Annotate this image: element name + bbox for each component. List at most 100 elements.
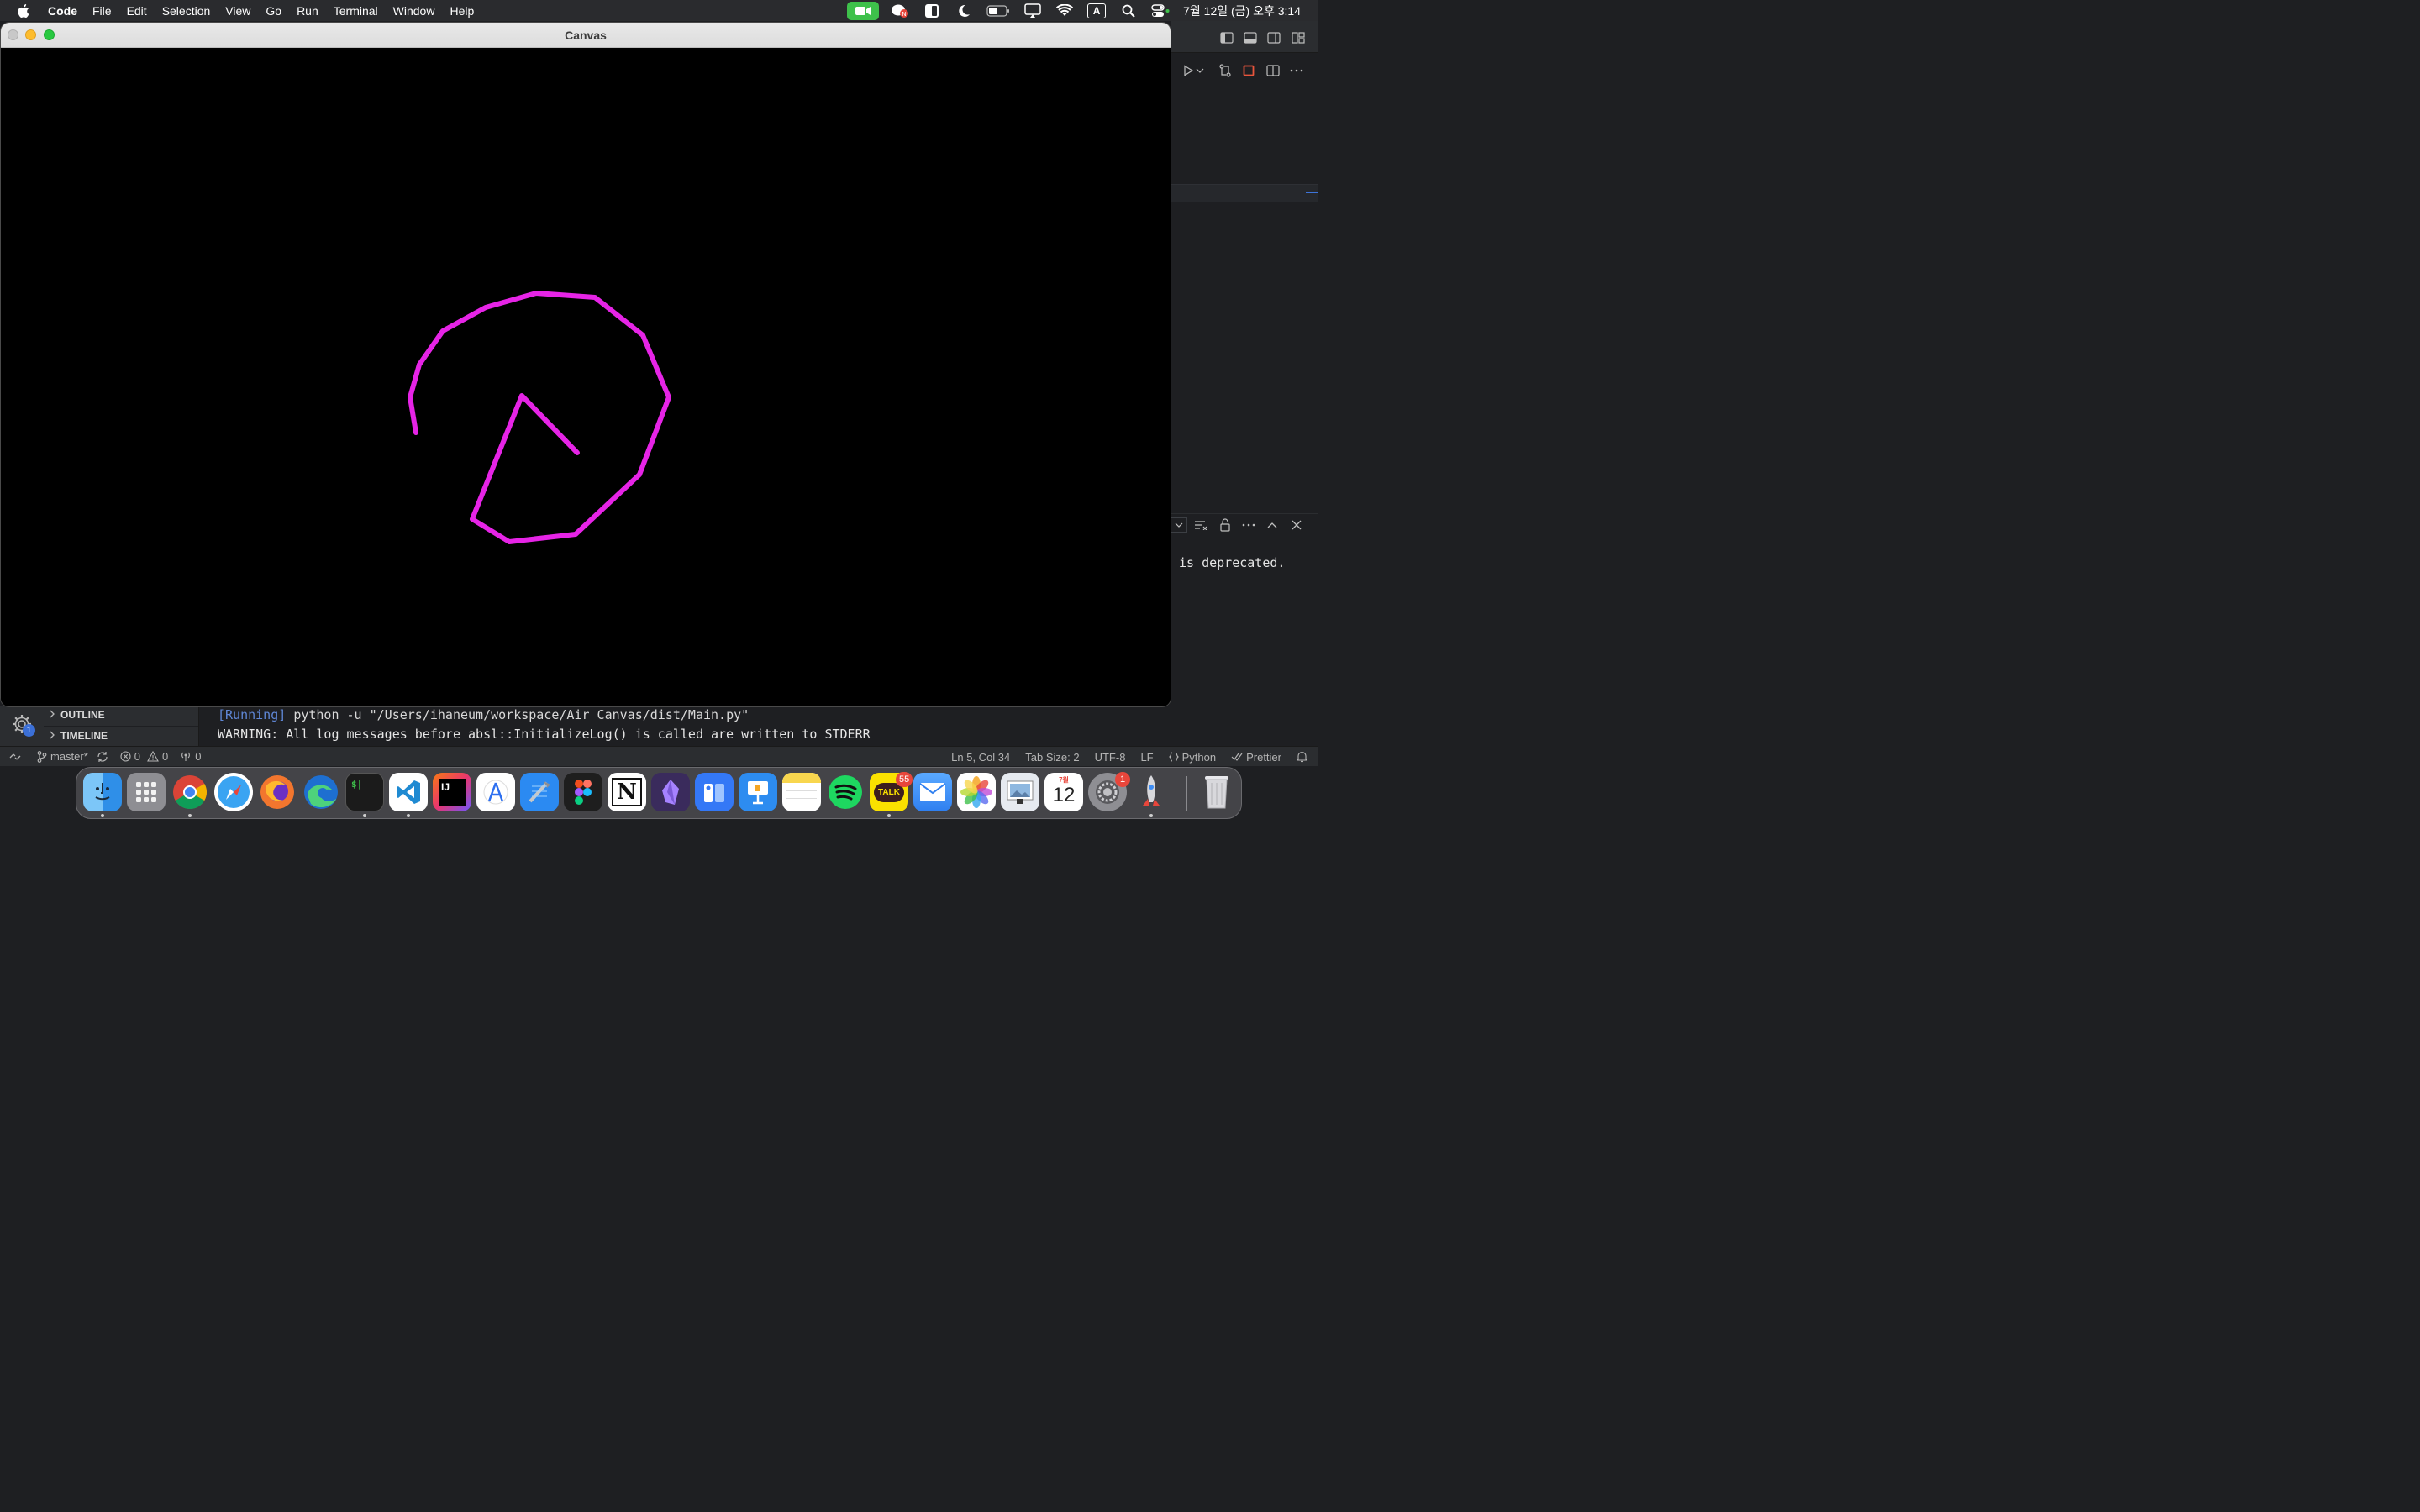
error-count: 0 [134, 750, 141, 763]
dock-finder-icon[interactable] [83, 773, 122, 811]
dock-launchpad-icon[interactable] [127, 773, 166, 811]
dock-rocket-icon[interactable] [1132, 773, 1171, 811]
dock-instruments-icon[interactable] [476, 773, 515, 811]
dock-clipboard-icon[interactable] [695, 773, 734, 811]
spotlight-search-icon[interactable] [1118, 3, 1139, 19]
ports-item[interactable]: 0 [180, 750, 202, 763]
menu-file[interactable]: File [85, 4, 119, 18]
menu-app-name[interactable]: Code [48, 4, 85, 18]
end-of-line[interactable]: LF [1140, 751, 1153, 764]
output-log[interactable]: [Running] python -u "/Users/ihaneum/work… [199, 706, 1318, 746]
facetime-indicator-icon[interactable] [847, 1, 880, 20]
menu-selection[interactable]: Selection [155, 4, 218, 18]
control-center-icon[interactable] [1150, 3, 1171, 19]
braces-icon [1168, 752, 1179, 762]
dock-vscode-icon[interactable] [389, 773, 428, 811]
stop-code-run-icon[interactable] [1241, 63, 1256, 78]
compare-changes-icon[interactable] [1218, 63, 1233, 78]
canvas-window-title: Canvas [565, 29, 607, 42]
dock-mail-icon[interactable] [913, 773, 952, 811]
cursor-position[interactable]: Ln 5, Col 34 [951, 751, 1010, 764]
git-branch-label: master* [50, 750, 88, 763]
apple-icon[interactable] [18, 3, 36, 18]
focus-moon-icon[interactable] [953, 3, 975, 19]
more-actions-icon[interactable] [1289, 63, 1304, 78]
problems-item[interactable]: 0 0 [120, 750, 168, 763]
svg-text:N: N [902, 11, 906, 18]
dock: $| IJ N TALK 55 7월 12 1 [76, 767, 1242, 819]
running-tag: [Running] [218, 707, 287, 722]
battery-icon[interactable] [985, 3, 1012, 19]
timeline-section-header[interactable]: TIMELINE [44, 726, 198, 744]
dock-running-indicator [188, 814, 192, 817]
remote-indicator-icon[interactable] [0, 747, 30, 767]
notifications-bell-icon[interactable] [1297, 751, 1307, 763]
dock-chrome-icon[interactable] [171, 773, 209, 811]
menu-run[interactable]: Run [289, 4, 326, 18]
dock-firefox-icon[interactable] [258, 773, 297, 811]
menu-bar: Code File Edit Selection View Go Run Ter… [0, 0, 1318, 21]
scrollbar-marker [1306, 192, 1318, 193]
toggle-panel-icon[interactable] [1243, 30, 1258, 45]
menu-go[interactable]: Go [258, 4, 289, 18]
vscode-titlebar [1171, 21, 1318, 53]
wifi-icon[interactable] [1054, 3, 1076, 19]
chat-notification-icon[interactable]: N [889, 3, 911, 19]
toggle-secondary-sidebar-icon[interactable] [1266, 30, 1281, 45]
manage-button[interactable]: 1 [0, 706, 44, 746]
language-label: Python [1181, 750, 1217, 764]
editor-area[interactable] [1171, 90, 1318, 517]
prettier-item[interactable]: Prettier [1231, 751, 1281, 764]
close-panel-icon[interactable] [1289, 517, 1304, 533]
menu-window[interactable]: Window [386, 4, 443, 18]
display-icon[interactable] [1022, 3, 1044, 19]
menubar-clock[interactable]: 7월 12일 (금) 오후 3:14 [1183, 3, 1301, 19]
run-code-icon[interactable] [1181, 63, 1196, 78]
input-source-icon[interactable]: A [1086, 3, 1107, 19]
output-channel-dropdown-icon[interactable] [1171, 517, 1187, 533]
dock-edge-icon[interactable] [302, 773, 340, 811]
menu-edit[interactable]: Edit [119, 4, 155, 18]
dock-notes-icon[interactable] [782, 773, 821, 811]
split-editor-icon[interactable] [1265, 63, 1281, 78]
drawing-canvas[interactable] [1, 49, 1171, 706]
sidebar-app-icon[interactable] [921, 3, 943, 19]
dock-running-indicator [887, 814, 891, 817]
lock-scroll-icon[interactable] [1218, 517, 1233, 533]
dock-keynote-icon[interactable] [739, 773, 777, 811]
panel-more-actions-icon[interactable] [1241, 517, 1256, 533]
dock-figma-icon[interactable] [564, 773, 602, 811]
dock-obsidian-icon[interactable] [651, 773, 690, 811]
dock-calendar-icon[interactable]: 7월 12 [1044, 773, 1083, 811]
dock-notion-icon[interactable]: N [608, 773, 646, 811]
language-mode[interactable]: Python [1168, 750, 1217, 764]
canvas-titlebar[interactable]: Canvas [1, 23, 1171, 48]
dock-trash-icon[interactable] [1197, 773, 1236, 811]
file-encoding[interactable]: UTF-8 [1095, 751, 1126, 764]
dock-spotify-icon[interactable] [826, 773, 865, 811]
dock-intellij-icon[interactable]: IJ [433, 773, 471, 811]
dock-preview-icon[interactable] [1001, 773, 1039, 811]
dock-photos-icon[interactable] [957, 773, 996, 811]
menu-view[interactable]: View [218, 4, 258, 18]
toggle-primary-sidebar-icon[interactable] [1219, 30, 1234, 45]
maximize-panel-chevron-up-icon[interactable] [1265, 517, 1280, 533]
explorer-sidebar-bottom: 1 OUTLINE TIMELINE [0, 706, 199, 746]
chevron-right-icon [44, 730, 60, 742]
dock-xcode-icon[interactable] [520, 773, 559, 811]
outline-section-header[interactable]: OUTLINE [44, 706, 198, 724]
dock-running-indicator [363, 814, 366, 817]
tab-size[interactable]: Tab Size: 2 [1025, 751, 1079, 764]
output-text: is deprecated. [1179, 555, 1286, 570]
drawn-stroke [408, 291, 671, 544]
customize-layout-icon[interactable] [1291, 30, 1306, 45]
menu-help[interactable]: Help [442, 4, 481, 18]
clear-output-icon[interactable] [1193, 517, 1208, 533]
input-source-label: A [1087, 3, 1107, 18]
dock-safari-icon[interactable] [214, 773, 253, 811]
dock-running-indicator [101, 814, 104, 817]
menu-terminal[interactable]: Terminal [326, 4, 386, 18]
run-dropdown-chevron-icon[interactable] [1196, 63, 1204, 78]
git-branch-item[interactable]: master* [37, 750, 108, 763]
dock-terminal-icon[interactable]: $| [345, 773, 384, 811]
